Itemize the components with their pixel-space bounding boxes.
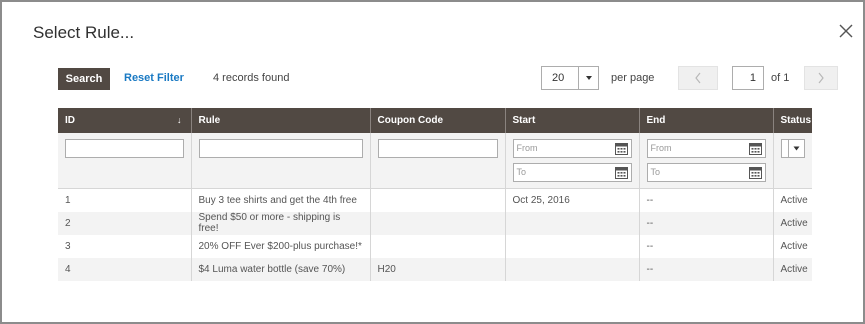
cell-coupon [369, 211, 505, 235]
chevron-left-icon [695, 72, 701, 84]
cell-coupon [369, 188, 505, 212]
select-rule-modal: Select Rule... Search Reset Filter 4 rec… [0, 0, 865, 324]
cell-status: Active [772, 257, 812, 281]
column-header-start[interactable]: Start [504, 108, 639, 133]
cell-end: -- [638, 211, 773, 235]
id-filter-input[interactable] [65, 139, 184, 158]
end-to-date-input[interactable]: To [646, 163, 766, 182]
cell-rule: $4 Luma water bottle (save 70%) [190, 257, 370, 281]
cell-rule: 20% OFF Ever $200-plus purchase!* [190, 234, 370, 258]
column-header-id[interactable]: ID ↓ [58, 108, 191, 133]
cell-end: -- [638, 257, 773, 281]
per-page-select[interactable]: 20 [541, 66, 599, 90]
table-row[interactable]: 1 Buy 3 tee shirts and get the 4th free … [58, 188, 812, 212]
page-number-input[interactable]: 1 [732, 66, 764, 90]
cell-id: 4 [58, 257, 191, 281]
previous-page-button[interactable] [678, 66, 718, 90]
cell-start: Oct 25, 2016 [504, 188, 639, 212]
cell-coupon [369, 234, 505, 258]
rules-grid: ID ↓ Rule Coupon Code Start End Status F… [58, 108, 812, 281]
table-row[interactable]: 3 20% OFF Ever $200-plus purchase!* -- A… [58, 234, 812, 258]
reset-filter-link[interactable]: Reset Filter [124, 72, 184, 84]
column-header-status[interactable]: Status [772, 108, 812, 133]
cell-status: Active [772, 188, 812, 212]
cell-id: 3 [65, 240, 71, 252]
start-to-date-input[interactable]: To [512, 163, 632, 182]
column-header-end[interactable]: End [638, 108, 773, 133]
cell-start [504, 257, 639, 281]
cell-end: -- [638, 188, 773, 212]
modal-title: Select Rule... [33, 23, 135, 42]
records-count: 4 records found [213, 72, 290, 84]
search-button[interactable]: Search [58, 68, 110, 90]
cell-rule: Spend $50 or more - shipping is free! [190, 211, 370, 235]
cell-start [504, 211, 639, 235]
cell-status: Active [772, 211, 812, 235]
rule-filter-input[interactable] [198, 139, 363, 158]
per-page-value: 20 [552, 72, 565, 84]
status-filter-select[interactable] [780, 139, 805, 158]
chevron-down-icon [578, 67, 598, 89]
cell-end: -- [638, 234, 773, 258]
table-row[interactable]: 4 $4 Luma water bottle (save 70%) H20 --… [58, 257, 812, 281]
column-header-rule[interactable]: Rule [190, 108, 370, 133]
column-header-coupon-code[interactable]: Coupon Code [369, 108, 505, 133]
calendar-icon[interactable] [748, 141, 763, 156]
next-page-button[interactable] [804, 66, 838, 90]
cell-start [504, 234, 639, 258]
cell-status: Active [772, 234, 812, 258]
calendar-icon[interactable] [614, 165, 629, 180]
filter-row: From To From To [58, 133, 812, 189]
grid-header-row: ID ↓ Rule Coupon Code Start End Status [58, 108, 812, 133]
end-from-date-input[interactable]: From [646, 139, 766, 158]
start-from-date-input[interactable]: From [512, 139, 632, 158]
close-icon[interactable] [835, 20, 857, 42]
cell-id: 2 [58, 211, 191, 235]
sort-arrow-icon: ↓ [177, 115, 182, 125]
chevron-right-icon [818, 72, 824, 84]
cell-id: 1 [65, 194, 71, 206]
cell-coupon: H20 [369, 257, 505, 281]
calendar-icon[interactable] [748, 165, 763, 180]
chevron-down-icon [788, 140, 804, 157]
page-total-label: of 1 [771, 72, 790, 84]
coupon-filter-input[interactable] [377, 139, 498, 158]
cell-rule: Buy 3 tee shirts and get the 4th free [190, 188, 370, 212]
table-row[interactable]: 2 Spend $50 or more - shipping is free! … [58, 211, 812, 235]
calendar-icon[interactable] [614, 141, 629, 156]
per-page-label: per page [611, 72, 655, 84]
